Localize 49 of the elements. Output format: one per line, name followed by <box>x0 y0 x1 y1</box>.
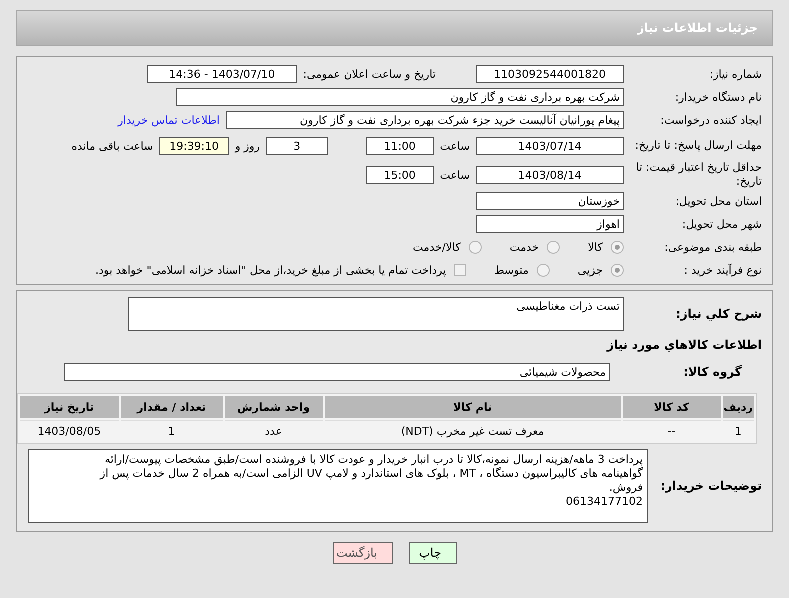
date-field: 1403/07/14 <box>476 137 624 155</box>
radio-label: کالا/خدمت <box>413 240 461 254</box>
column-header: واحد شمارش <box>224 396 323 418</box>
page-title: جزئیات اطلاعات نیاز <box>637 21 758 35</box>
column-header: کد کالا <box>622 396 721 418</box>
radio-label: متوسط <box>494 264 529 276</box>
section-heading: اطلاعات کالاهاي مورد نياز <box>607 338 763 352</box>
field-label: شهر محل تحویل: <box>681 218 763 230</box>
field-label: طبقه بندی موضوعی: <box>664 240 763 254</box>
column-header: تاریخ نیاز <box>20 396 119 418</box>
goods-group-field: محصولات شیمیائی <box>64 363 610 381</box>
field-label: حداقل تاریخ اعتبار قیمت: تا تاریخ: <box>635 161 763 189</box>
time-field: 15:00 <box>366 166 434 184</box>
column-header: تعداد / مقدار <box>120 396 223 418</box>
buyer-field: شرکت بهره برداری نفت و گاز کارون <box>176 88 624 106</box>
days-label: روز و <box>235 140 260 152</box>
field-label: شرح کلي نياز: <box>675 307 763 321</box>
city-field: اهواز <box>476 215 624 233</box>
remaining-time-field: 19:39:10 <box>159 137 230 155</box>
field-label: نام دستگاه خریدار: <box>674 90 763 104</box>
creator-field: پیغام پورانیان آنالیست خرید جزء شرکت بهره برداری نفت و گاز کارون <box>226 111 624 129</box>
field-label: شماره نیاز: <box>708 68 763 80</box>
time-label: ساعت <box>440 140 470 152</box>
radio-label: خدمت <box>510 240 540 254</box>
time-field: 11:00 <box>366 137 434 155</box>
column-header: ردیف <box>722 396 754 418</box>
field-label: استان محل تحویل: <box>674 194 763 208</box>
radio-label: جزیی <box>578 264 603 276</box>
province-field: خوزستان <box>476 192 624 210</box>
need-number-field: 1103092544001820 <box>476 65 624 83</box>
time-label: ساعت <box>440 168 470 182</box>
field-label: مهلت ارسال پاسخ: تا تاریخ: <box>634 139 763 153</box>
radio-label: کالا <box>588 240 603 254</box>
remaining-label: ساعت باقی مانده <box>72 140 154 152</box>
field-label: نوع فرآیند خرید : <box>683 264 763 276</box>
checkbox-label: پرداخت تمام یا بخشی از مبلغ خرید،از محل "اسناد خزانه اسلامی" خواهد بود. <box>96 264 446 276</box>
action-button[interactable]: چاپ <box>408 542 456 564</box>
table-cell: معرف تست غیر مخرب (NDT) <box>324 420 621 441</box>
field-label: توضیحات خریدار: <box>660 479 763 493</box>
days-field: 3 <box>266 137 328 155</box>
action-button[interactable]: بازگشت <box>332 542 392 564</box>
date-field: 1403/08/14 <box>476 166 624 184</box>
field-label: ایجاد کننده درخواست: <box>660 114 763 126</box>
field-label: گروه کالا: <box>682 365 743 379</box>
announce-date-field: 1403/07/10 - 14:36 <box>147 65 298 83</box>
buyer-contact-link[interactable]: اطلاعات تماس خریدار <box>118 114 220 126</box>
column-header: نام کالا <box>324 396 621 418</box>
summary-textarea[interactable]: تست ذرات مغناطیسی <box>128 297 624 331</box>
field-label: تاریخ و ساعت اعلان عمومی: <box>303 68 436 80</box>
